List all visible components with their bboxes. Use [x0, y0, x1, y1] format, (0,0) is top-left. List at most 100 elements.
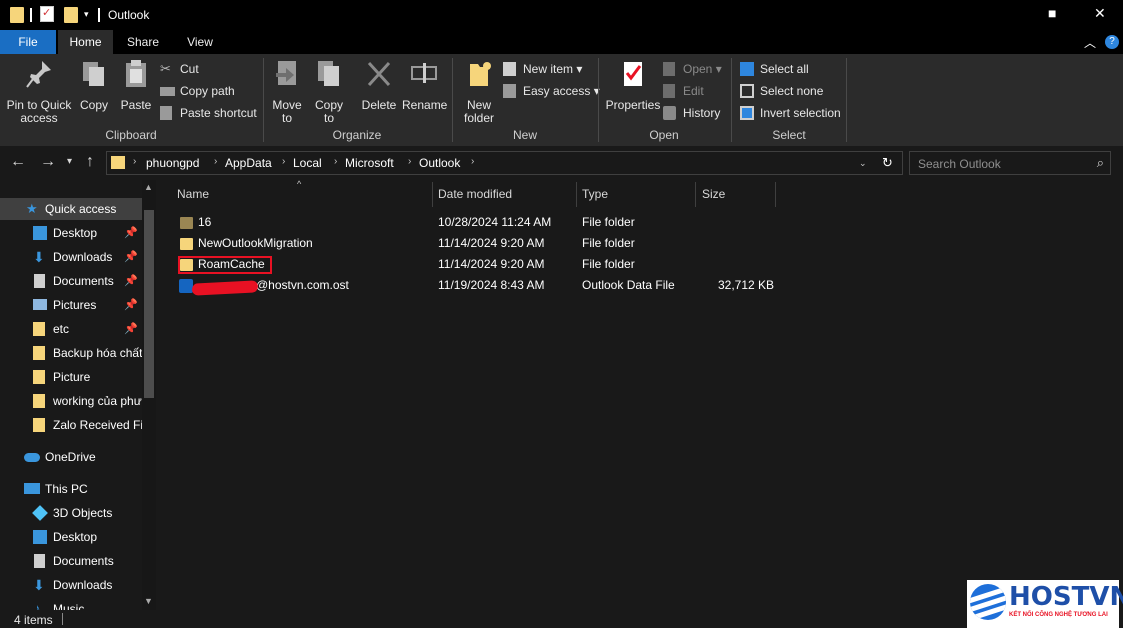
nav-item-downloads[interactable]: ⬇ Downloads 📌	[0, 246, 142, 268]
nav-item-pc-desktop[interactable]: Desktop	[0, 526, 142, 548]
search-box[interactable]: Search Outlook ⌕	[909, 151, 1111, 175]
nav-item-etc[interactable]: etc 📌	[0, 318, 142, 340]
breadcrumb-item[interactable]: AppData	[225, 156, 272, 170]
nav-scrollbar[interactable]: ▲ ▼	[142, 180, 156, 610]
search-input[interactable]: Search Outlook	[918, 157, 1001, 171]
tab-home[interactable]: Home	[58, 30, 113, 54]
recent-locations-icon[interactable]: ▾	[67, 156, 72, 167]
edit-button[interactable]: Edit	[663, 82, 704, 100]
history-icon	[663, 106, 676, 120]
forward-arrow-icon[interactable]: →	[40, 153, 56, 171]
breadcrumb-item[interactable]: phuongpd	[146, 156, 199, 170]
column-divider[interactable]	[576, 182, 577, 207]
desktop-icon	[33, 226, 47, 240]
column-divider[interactable]	[695, 182, 696, 207]
delete-label: Delete	[361, 98, 397, 112]
scrollbar-thumb[interactable]	[144, 210, 154, 398]
cut-button[interactable]: ✂ Cut	[160, 60, 199, 78]
chevron-down-icon[interactable]: ▾	[84, 9, 89, 20]
nav-item-pictures[interactable]: Pictures 📌	[0, 294, 142, 316]
select-none-icon	[740, 84, 754, 98]
nav-item-quick-access[interactable]: ★ Quick access	[0, 198, 142, 220]
move-to-button[interactable]: Move to	[268, 58, 306, 125]
refresh-icon[interactable]: ↻	[882, 155, 893, 171]
column-header-date[interactable]: Date modified	[438, 187, 512, 209]
chevron-right-icon[interactable]: ›	[282, 156, 285, 167]
nav-item-working[interactable]: working của phư	[0, 390, 142, 412]
navigation-bar: ← → ▾ ↑ › phuongpd › AppData › Local › M…	[0, 146, 1123, 180]
history-button[interactable]: History	[663, 104, 720, 122]
paste-shortcut-button[interactable]: Paste shortcut	[160, 104, 257, 122]
open-button[interactable]: Open ▾	[663, 60, 722, 78]
properties-quick-icon[interactable]	[40, 6, 54, 22]
column-divider[interactable]	[775, 182, 776, 207]
chevron-right-icon[interactable]: ›	[334, 156, 337, 167]
column-header-type[interactable]: Type	[582, 187, 608, 209]
nav-item-pc-downloads[interactable]: ⬇ Downloads	[0, 574, 142, 596]
pin-icon: 📌	[124, 227, 138, 239]
nav-item-documents[interactable]: Documents 📌	[0, 270, 142, 292]
pin-to-quick-access-button[interactable]: Pin to Quick access	[4, 58, 74, 125]
chevron-right-icon[interactable]: ›	[133, 156, 136, 167]
new-folder-quick-icon[interactable]	[64, 7, 78, 23]
address-dropdown-icon[interactable]: ⌄	[859, 158, 867, 169]
chevron-right-icon[interactable]: ›	[214, 156, 217, 167]
nav-item-3d-objects[interactable]: 3D Objects	[0, 502, 142, 524]
scroll-down-icon[interactable]: ▼	[144, 596, 153, 606]
copy-button[interactable]: Copy	[76, 58, 112, 112]
table-row[interactable]: 16 10/28/2024 11:24 AM File folder	[158, 212, 778, 233]
computer-icon	[24, 483, 40, 494]
tab-share[interactable]: Share	[118, 30, 168, 54]
help-icon[interactable]: ?	[1105, 35, 1119, 49]
new-item-button[interactable]: New item ▾	[503, 60, 582, 78]
folder-icon	[180, 238, 193, 250]
scroll-up-icon[interactable]: ▲	[144, 182, 153, 192]
logo-tagline: KẾT NỐI CÔNG NGHỆ TƯƠNG LAI	[1009, 612, 1108, 618]
paste-button[interactable]: Paste	[118, 58, 154, 112]
address-bar[interactable]: › phuongpd › AppData › Local › Microsoft…	[106, 151, 903, 175]
nav-item-zalo[interactable]: Zalo Received Fi	[0, 414, 142, 436]
tab-file[interactable]: File	[0, 30, 56, 54]
column-divider[interactable]	[432, 182, 433, 207]
collapse-ribbon-icon[interactable]: ︿	[1084, 34, 1096, 51]
invert-selection-button[interactable]: Invert selection	[740, 104, 841, 122]
select-none-button[interactable]: Select none	[740, 82, 823, 100]
column-header-name[interactable]: Name ^	[177, 179, 301, 209]
table-row[interactable]: NewOutlookMigration 11/14/2024 9:20 AM F…	[158, 233, 778, 254]
up-arrow-icon[interactable]: ↑	[86, 153, 94, 171]
minimize-button[interactable]: ■	[1048, 5, 1056, 21]
breadcrumb-item[interactable]: Microsoft	[345, 156, 394, 170]
window-title: Outlook	[108, 8, 150, 22]
folder-icon	[33, 394, 45, 408]
file-name: @hostvn.com.ost	[256, 278, 349, 292]
nav-item-this-pc[interactable]: This PC	[0, 478, 142, 500]
close-button[interactable]: ✕	[1094, 5, 1106, 22]
folder-icon	[33, 370, 45, 384]
easy-access-button[interactable]: Easy access ▾	[503, 82, 600, 100]
new-folder-button[interactable]: New folder	[457, 58, 501, 125]
tab-view[interactable]: View	[178, 30, 222, 54]
nav-item-picture[interactable]: Picture	[0, 366, 142, 388]
chevron-right-icon[interactable]: ›	[408, 156, 411, 167]
breadcrumb-item[interactable]: Outlook	[419, 156, 460, 170]
new-group: New folder New item ▾ Easy access ▾ New	[453, 56, 600, 144]
nav-item-backup[interactable]: Backup hóa chất	[0, 342, 142, 364]
open-icon	[663, 62, 675, 76]
nav-item-desktop[interactable]: Desktop 📌	[0, 222, 142, 244]
rename-button[interactable]: Rename	[402, 58, 447, 112]
chevron-right-icon[interactable]: ›	[471, 156, 474, 167]
documents-icon	[34, 554, 45, 568]
nav-item-pc-documents[interactable]: Documents	[0, 550, 142, 572]
nav-item-music[interactable]: ♪ Music	[0, 598, 142, 610]
breadcrumb-item[interactable]: Local	[293, 156, 322, 170]
select-all-button[interactable]: Select all	[740, 60, 809, 78]
back-arrow-icon[interactable]: ←	[10, 153, 26, 171]
file-date: 10/28/2024 11:24 AM	[438, 215, 552, 229]
copy-path-button[interactable]: Copy path	[160, 82, 235, 100]
pin-icon: 📌	[124, 299, 138, 311]
delete-button[interactable]: Delete	[358, 58, 400, 112]
copy-to-button[interactable]: Copy to	[310, 58, 348, 125]
properties-button[interactable]: Properties	[603, 58, 663, 112]
nav-item-onedrive[interactable]: OneDrive	[0, 446, 142, 468]
column-header-size[interactable]: Size	[702, 187, 725, 209]
